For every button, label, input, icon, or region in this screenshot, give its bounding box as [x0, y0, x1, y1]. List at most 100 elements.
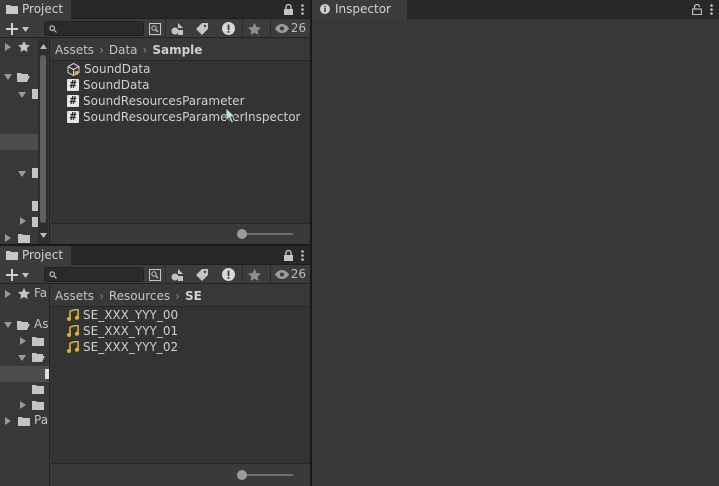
tab-bar: Inspector	[312, 0, 719, 19]
search-by-type-button[interactable]	[143, 19, 167, 38]
scroll-up-icon[interactable]	[40, 44, 47, 49]
audio-clip-icon	[67, 309, 79, 321]
folder-open-icon	[17, 73, 30, 82]
expand-arrow-icon[interactable]	[5, 43, 11, 51]
breadcrumb: Assets › Data › Sample	[51, 39, 310, 61]
collapse-arrow-icon[interactable]	[4, 322, 12, 328]
filter-by-type-button[interactable]	[165, 265, 189, 284]
favorites-button[interactable]	[242, 265, 266, 284]
folder-icon	[32, 337, 44, 346]
list-item-label: SE_XXX_YYY_00	[83, 308, 179, 322]
icon-size-slider-knob[interactable]	[237, 470, 247, 480]
breadcrumb-item[interactable]: Data	[109, 43, 138, 57]
tag-icon	[196, 268, 208, 281]
list-item[interactable]: # SoundResourcesParameterInspector	[67, 109, 300, 125]
breadcrumb: Assets › Resources › SE	[51, 285, 310, 307]
chevron-down-icon	[22, 273, 29, 278]
kebab-menu-icon[interactable]	[301, 250, 304, 261]
breadcrumb-item[interactable]: Assets	[55, 289, 94, 303]
hidden-packages-count[interactable]: 26	[269, 19, 306, 38]
star-icon	[248, 22, 261, 35]
icon-size-slider[interactable]	[241, 233, 293, 235]
tree-row-selected[interactable]	[0, 366, 49, 382]
expand-arrow-icon[interactable]	[5, 234, 11, 242]
kebab-menu-icon[interactable]	[710, 4, 713, 15]
breadcrumb-item-current[interactable]: SE	[185, 289, 202, 303]
tab-project[interactable]: Project	[0, 246, 72, 265]
tree-row-selected[interactable]	[0, 134, 40, 150]
tree-scrollbar[interactable]	[38, 39, 48, 244]
status-bar	[51, 223, 310, 244]
folder-tree[interactable]	[0, 39, 50, 244]
breadcrumb-item[interactable]: Resources	[109, 289, 170, 303]
project-panel-top: Project 26 Assets › Data › Sample SoundD…	[0, 0, 310, 244]
filter-by-type-button[interactable]	[165, 19, 189, 38]
search-filter-icon	[149, 268, 161, 281]
filter-by-log-button[interactable]	[216, 19, 240, 38]
collapse-arrow-icon[interactable]	[4, 74, 12, 80]
expand-arrow-icon[interactable]	[5, 417, 11, 425]
favorites-button[interactable]	[242, 19, 266, 38]
create-button[interactable]	[6, 21, 34, 36]
collapse-arrow-icon[interactable]	[18, 171, 26, 177]
expand-arrow-icon[interactable]	[5, 290, 11, 298]
tab-bar: Project	[0, 246, 310, 265]
breadcrumb-item[interactable]: Assets	[55, 43, 94, 57]
hidden-packages-count[interactable]: 26	[269, 265, 306, 284]
lock-icon[interactable]	[284, 250, 293, 261]
collapse-arrow-icon[interactable]	[18, 355, 26, 361]
collapse-arrow-icon[interactable]	[18, 92, 26, 98]
list-item[interactable]: SoundData	[67, 61, 150, 77]
tree-item-partial	[45, 369, 49, 379]
unlock-icon[interactable]	[692, 4, 702, 15]
chevron-right-icon: ›	[175, 289, 180, 303]
project-toolbar: 26	[0, 19, 310, 38]
kebab-menu-icon[interactable]	[301, 4, 304, 15]
list-item-label: SoundData	[83, 78, 150, 92]
breadcrumb-item-current[interactable]: Sample	[152, 43, 202, 57]
list-item[interactable]: # SoundResourcesParameter	[67, 93, 245, 109]
filter-by-label-button[interactable]	[190, 19, 214, 38]
search-input[interactable]	[44, 267, 144, 282]
create-button[interactable]	[6, 267, 34, 282]
audio-clip-icon	[67, 325, 79, 337]
list-item[interactable]: # SoundData	[67, 77, 149, 93]
tree-label-packages[interactable]: Pa	[34, 413, 48, 427]
star-icon	[248, 268, 261, 281]
icon-size-slider[interactable]	[241, 474, 293, 476]
expand-arrow-icon[interactable]	[20, 337, 26, 345]
folder-icon	[32, 385, 44, 394]
expand-arrow-icon[interactable]	[20, 217, 26, 225]
tag-icon	[196, 22, 208, 35]
scrollbar-thumb[interactable]	[40, 55, 46, 223]
chevron-down-icon	[22, 27, 29, 32]
scriptable-object-icon	[67, 62, 80, 76]
lock-icon[interactable]	[284, 4, 293, 15]
tab-label: Project	[22, 248, 64, 262]
list-item[interactable]: SE_XXX_YYY_01	[67, 323, 178, 339]
tree-label-assets[interactable]: As	[34, 317, 48, 331]
chevron-right-icon: ›	[99, 289, 104, 303]
list-item[interactable]: SE_XXX_YYY_00	[67, 307, 178, 323]
search-by-type-button[interactable]	[143, 265, 167, 284]
expand-arrow-icon[interactable]	[20, 401, 26, 409]
list-item[interactable]: SE_XXX_YYY_02	[67, 339, 178, 355]
search-filter-icon	[149, 22, 161, 35]
warning-circle-icon	[221, 268, 235, 281]
icon-size-slider-knob[interactable]	[237, 229, 247, 239]
script-hash-icon: #	[67, 111, 79, 123]
tab-inspector[interactable]: Inspector	[312, 0, 407, 19]
tab-project[interactable]: Project	[0, 0, 72, 19]
folder-tree[interactable]: Fa As Pa	[0, 285, 50, 486]
tree-label-favorites[interactable]: Fa	[34, 286, 47, 300]
script-hash-icon: #	[67, 95, 79, 107]
search-icon	[49, 25, 57, 33]
scroll-down-icon[interactable]	[40, 233, 47, 238]
filter-by-log-button[interactable]	[216, 265, 240, 284]
filter-by-label-button[interactable]	[190, 265, 214, 284]
asset-list-pane: Assets › Data › Sample SoundData # SoundData…	[51, 39, 310, 244]
list-item-label: SE_XXX_YYY_01	[83, 324, 179, 338]
list-item-label: SoundResourcesParameterInspector	[83, 110, 301, 124]
tab-label: Project	[22, 2, 64, 16]
search-input[interactable]	[44, 21, 144, 36]
